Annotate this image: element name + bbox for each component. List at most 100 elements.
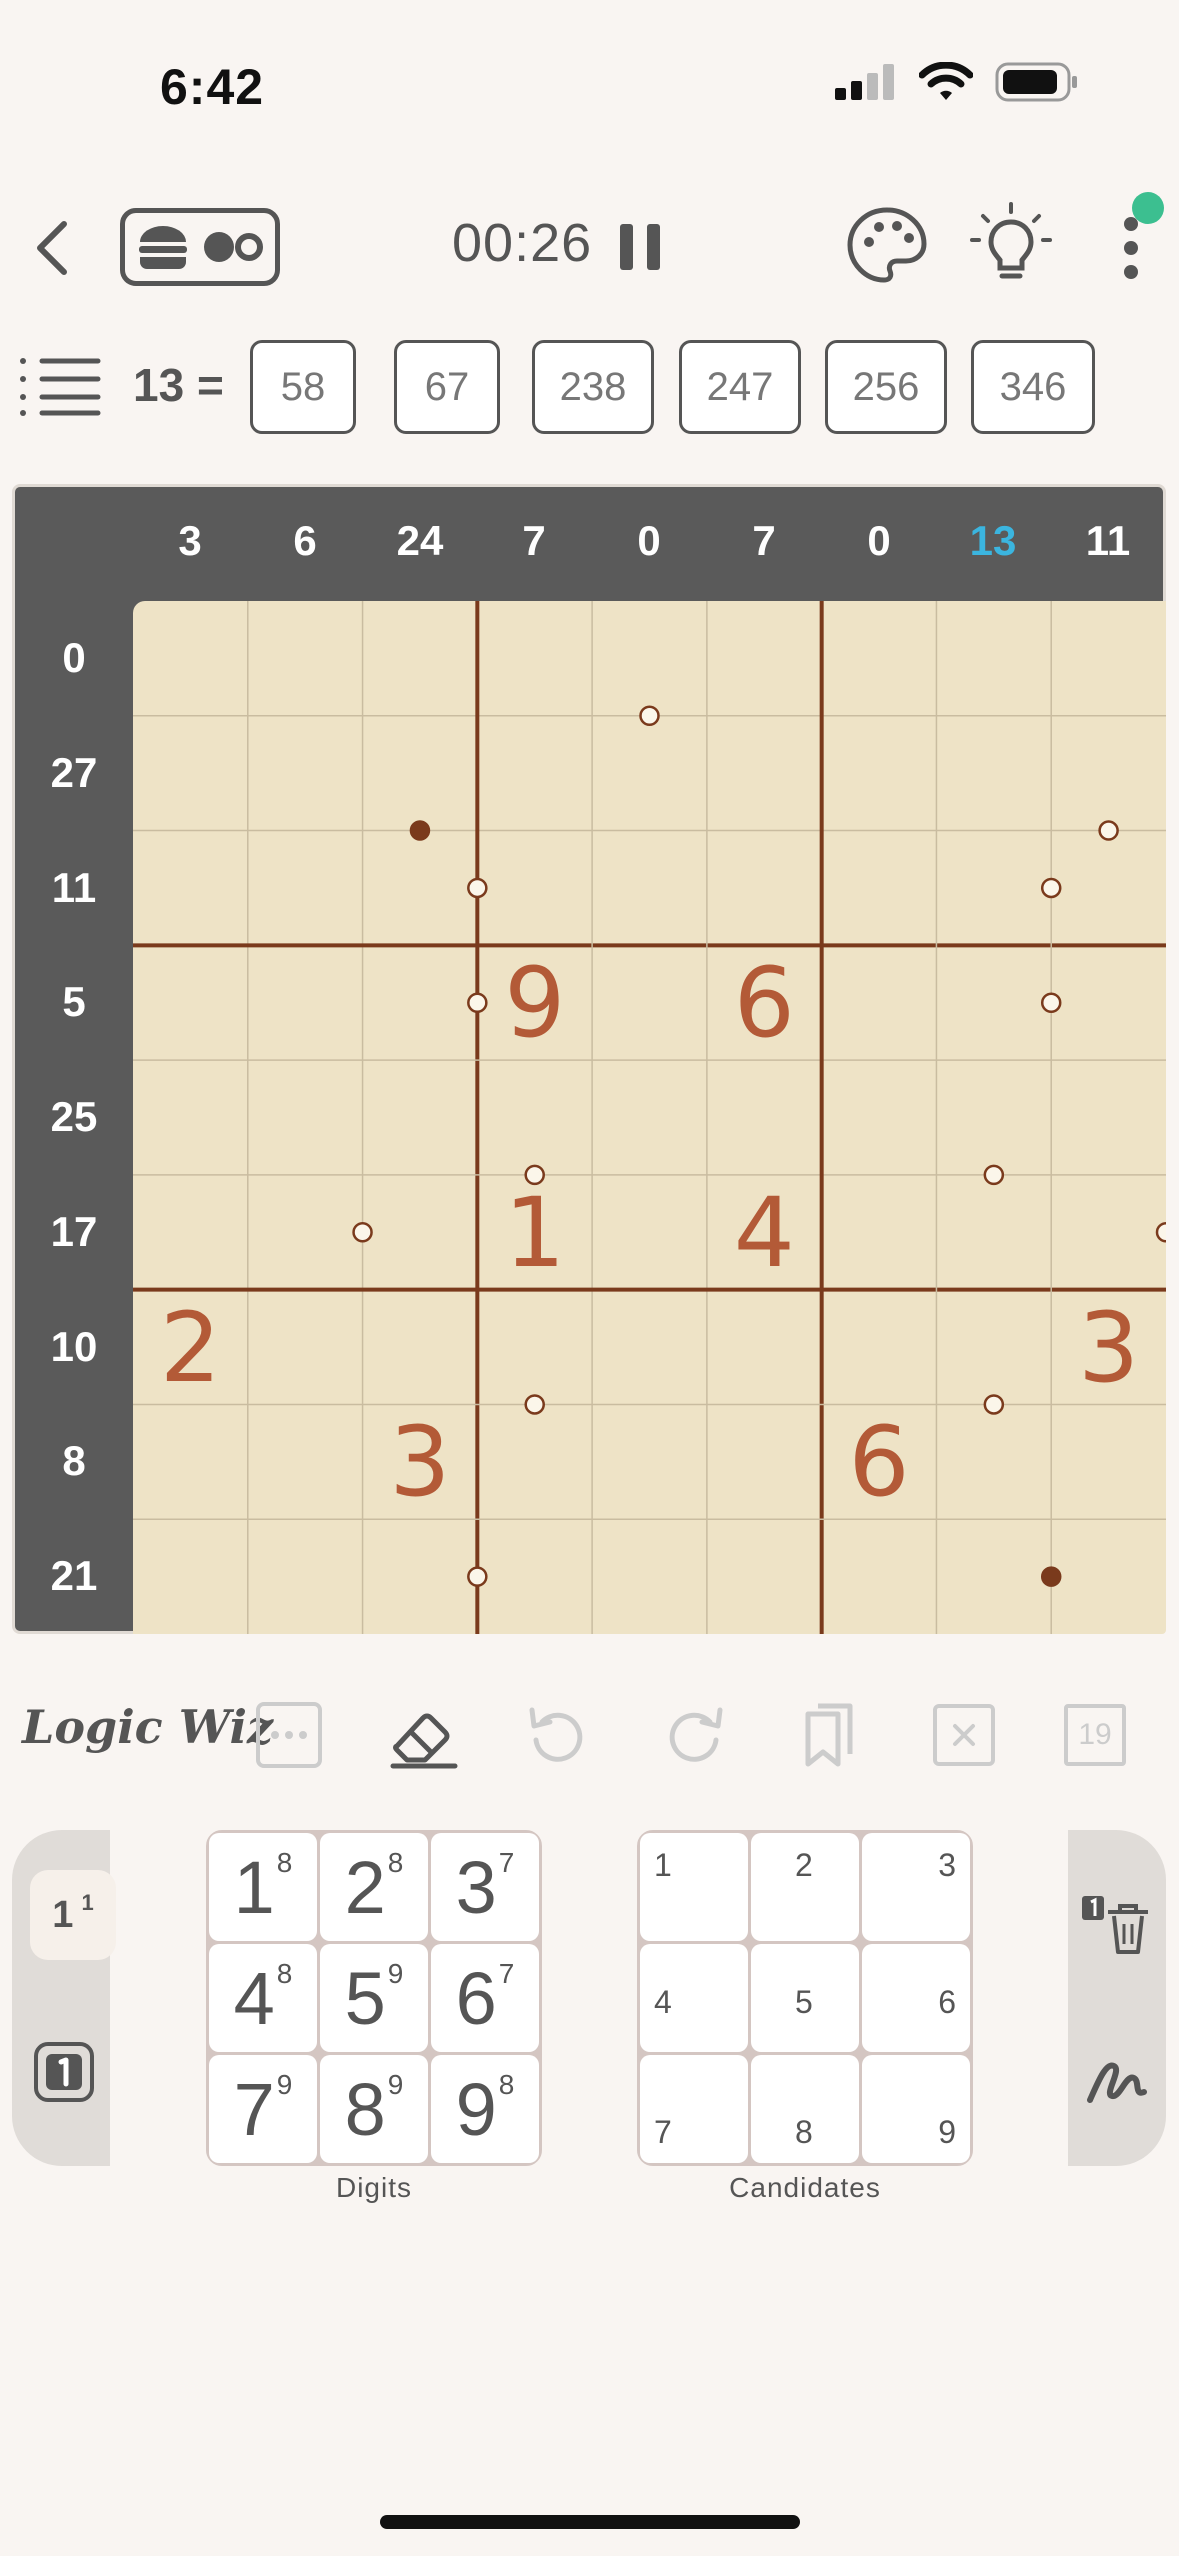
combo-chip[interactable]: 256 xyxy=(825,340,947,434)
hint-lightbulb-icon[interactable] xyxy=(966,200,1056,290)
digit-key[interactable]: 67 xyxy=(431,1944,539,2052)
candidate-key[interactable]: 8 xyxy=(751,2055,859,2163)
row-clue: 10 xyxy=(50,1323,98,1370)
digit: 7 xyxy=(233,2067,275,2151)
game-mode-button[interactable] xyxy=(120,208,280,286)
combo-chip[interactable]: 238 xyxy=(532,340,654,434)
digit-key[interactable]: 37 xyxy=(431,1833,539,1941)
row-clue: 11 xyxy=(51,864,97,911)
candidate-digit: 4 xyxy=(654,1984,672,2020)
clear-cell-icon[interactable] xyxy=(929,1700,999,1770)
black-kropki-dot xyxy=(409,820,431,841)
candidate-key[interactable]: 3 xyxy=(862,1833,970,1941)
candidate-key[interactable]: 7 xyxy=(640,2055,748,2163)
given-digit: 4 xyxy=(733,1176,795,1289)
combo-chip[interactable]: 346 xyxy=(971,340,1095,434)
row-clue: 17 xyxy=(50,1208,98,1255)
combo-chip[interactable]: 58 xyxy=(250,340,356,434)
column-clue: 6 xyxy=(293,517,317,564)
digit-count: 7 xyxy=(498,1847,515,1878)
column-clue: 7 xyxy=(522,517,546,564)
clear-digits-icon[interactable] xyxy=(1078,1892,1154,1956)
digit-key[interactable]: 79 xyxy=(209,2055,317,2163)
digit-count: 8 xyxy=(276,1847,293,1878)
given-digit: 2 xyxy=(159,1291,221,1404)
redo-icon[interactable] xyxy=(658,1700,728,1770)
digit-count: 9 xyxy=(276,2069,293,2100)
candidate-digit: 1 xyxy=(654,1847,672,1883)
digit-key[interactable]: 28 xyxy=(320,1833,428,1941)
digits-label: Digits xyxy=(335,2172,412,2203)
burger-icon xyxy=(139,226,187,269)
given-digit: 6 xyxy=(733,947,795,1060)
more-options-icon[interactable] xyxy=(254,1700,324,1770)
back-button[interactable] xyxy=(22,208,82,288)
sudoku-grid[interactable]: 9 6 1 4 2 3 3 6 xyxy=(133,601,1166,1634)
home-indicator xyxy=(380,2515,800,2529)
candidate-digit: 9 xyxy=(938,2114,956,2150)
eraser-icon[interactable] xyxy=(389,1700,459,1770)
notification-dot xyxy=(1132,192,1164,224)
pause-button[interactable] xyxy=(620,222,662,272)
given-digit: 3 xyxy=(1078,1291,1140,1404)
bookmark-icon[interactable] xyxy=(794,1700,864,1770)
cellular-signal-icon xyxy=(835,64,894,100)
normal-mode-button[interactable]: 1 1 xyxy=(30,1870,116,1960)
candidates-keypad: 1 2 3 4 5 6 7 8 9 xyxy=(637,1830,973,2166)
digit-key[interactable]: 18 xyxy=(209,1833,317,1941)
palette-icon[interactable] xyxy=(842,200,932,290)
row-clue: 5 xyxy=(62,978,86,1025)
combo-chip[interactable]: 67 xyxy=(394,340,500,434)
row-clue: 21 xyxy=(50,1552,98,1599)
digits-keypad: 18 28 37 48 59 67 79 89 98 xyxy=(206,1830,542,2166)
candidate-key[interactable]: 6 xyxy=(862,1944,970,2052)
black-kropki-dot xyxy=(1040,1566,1062,1587)
undo-icon[interactable] xyxy=(524,1700,594,1770)
candidate-key[interactable]: 1 xyxy=(640,1833,748,1941)
wifi-icon xyxy=(919,62,973,100)
digit-key[interactable]: 59 xyxy=(320,1944,428,2052)
combo-chip[interactable]: 247 xyxy=(679,340,801,434)
digit: 8 xyxy=(344,2067,386,2151)
candidate-key[interactable]: 4 xyxy=(640,1944,748,2052)
digit-count: 9 xyxy=(387,2069,404,2100)
digit-count: 8 xyxy=(387,1847,404,1878)
digit-key[interactable]: 48 xyxy=(209,1944,317,2052)
digit-key[interactable]: 89 xyxy=(320,2055,428,2163)
row-clue: 27 xyxy=(50,749,98,796)
game-timer: 00:26 xyxy=(452,213,593,273)
row-clue: 0 xyxy=(62,634,86,681)
given-digit: 3 xyxy=(389,1406,451,1519)
grid-lines xyxy=(133,601,1166,1634)
pen-draw-icon[interactable] xyxy=(1084,2052,1150,2108)
selected-sum-label: 13 = xyxy=(133,359,224,411)
candidate-digit: 6 xyxy=(938,1984,956,2020)
candidate-key[interactable]: 2 xyxy=(751,1833,859,1941)
column-clue: 24 xyxy=(396,517,444,564)
column-clue: 7 xyxy=(752,517,776,564)
white-kropki-dot xyxy=(639,705,660,727)
digit: 1 xyxy=(233,1845,275,1929)
candidate-key[interactable]: 5 xyxy=(751,1944,859,2052)
digit: 9 xyxy=(455,2067,497,2151)
white-kropki-dot xyxy=(467,1566,488,1587)
row-clue: 8 xyxy=(62,1437,86,1484)
white-kropki-dot xyxy=(1155,1222,1166,1243)
digit-count: 9 xyxy=(387,1958,404,1989)
column-clue-highlighted: 13 xyxy=(969,517,1017,564)
white-kropki-dot xyxy=(1040,992,1062,1013)
candidate-digit: 8 xyxy=(795,2114,813,2150)
column-clue: 0 xyxy=(637,517,661,564)
candidate-digit: 3 xyxy=(938,1847,956,1883)
puzzle-board: 3 6 24 7 0 7 0 13 11 0 27 11 5 25 17 10 … xyxy=(12,484,1166,1634)
digit-count: 8 xyxy=(276,1958,293,1989)
white-kropki-dot xyxy=(983,1164,1005,1186)
digit-key[interactable]: 98 xyxy=(431,2055,539,2163)
single-digit-mode-icon[interactable] xyxy=(32,2040,96,2104)
counter-box[interactable]: 19 xyxy=(1064,1704,1126,1766)
list-icon[interactable] xyxy=(18,355,104,417)
candidate-key[interactable]: 9 xyxy=(862,2055,970,2163)
given-digit: 6 xyxy=(848,1406,910,1519)
given-digit: 1 xyxy=(504,1176,566,1289)
status-icons xyxy=(835,62,1079,102)
